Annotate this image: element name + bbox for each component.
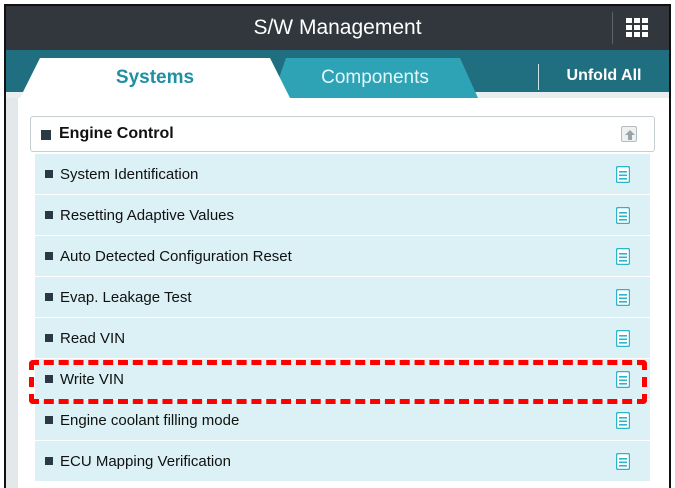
item-label: Engine coolant filling mode: [60, 412, 240, 429]
item-bullet: [45, 252, 53, 260]
list-item-resetting-adaptive-values[interactable]: Resetting Adaptive Values: [35, 195, 650, 236]
list-item-auto-detected-configuration-reset[interactable]: Auto Detected Configuration Reset: [35, 236, 650, 277]
item-bullet: [45, 293, 53, 301]
function-list: System Identification Resetting Adaptive…: [35, 154, 650, 482]
item-bullet: [45, 334, 53, 342]
group-header-engine-control[interactable]: Engine Control: [30, 116, 655, 152]
document-icon[interactable]: [616, 371, 630, 388]
tab-components-label: Components: [321, 67, 429, 88]
item-label: ECU Mapping Verification: [60, 453, 231, 470]
document-icon[interactable]: [616, 453, 630, 470]
list-item-evap-leakage-test[interactable]: Evap. Leakage Test: [35, 277, 650, 318]
unfold-all-button[interactable]: Unfold All: [542, 58, 666, 94]
grid-icon[interactable]: [626, 18, 648, 38]
page-title: S/W Management: [253, 16, 422, 39]
list-item-system-identification[interactable]: System Identification: [35, 154, 650, 195]
tab-systems-label: Systems: [115, 67, 195, 88]
list-item-write-vin[interactable]: Write VIN: [35, 359, 650, 400]
title-bar: S/W Management: [6, 6, 669, 50]
app-window: S/W Management Components Systems Unfold…: [4, 4, 671, 488]
item-label: Auto Detected Configuration Reset: [60, 248, 292, 265]
item-bullet: [45, 416, 53, 424]
document-icon[interactable]: [616, 166, 630, 183]
systems-list-panel: Engine Control System Identification Res…: [6, 98, 669, 488]
document-icon[interactable]: [616, 330, 630, 347]
item-bullet: [45, 170, 53, 178]
item-label: Read VIN: [60, 330, 126, 347]
item-label: Evap. Leakage Test: [60, 289, 192, 306]
tab-components[interactable]: Components: [272, 58, 478, 98]
document-icon[interactable]: [616, 248, 630, 265]
title-divider: [612, 12, 613, 44]
list-item-ecu-mapping-verification[interactable]: ECU Mapping Verification: [35, 441, 650, 482]
group-label: Engine Control: [59, 125, 174, 142]
list-item-engine-coolant-filling-mode[interactable]: Engine coolant filling mode: [35, 400, 650, 441]
collapse-up-icon[interactable]: [621, 126, 637, 142]
scrollbar[interactable]: [670, 104, 671, 464]
item-label: Write VIN: [60, 371, 124, 388]
item-label: System Identification: [60, 166, 199, 183]
unfold-divider: [538, 64, 539, 90]
tab-bar: Components Systems Unfold All: [6, 50, 669, 98]
document-icon[interactable]: [616, 289, 630, 306]
group-bullet: [41, 130, 51, 140]
item-bullet: [45, 375, 53, 383]
tab-systems[interactable]: Systems: [20, 58, 290, 98]
item-label: Resetting Adaptive Values: [60, 207, 235, 224]
item-bullet: [45, 211, 53, 219]
list-item-read-vin[interactable]: Read VIN: [35, 318, 650, 359]
document-icon[interactable]: [616, 412, 630, 429]
item-bullet: [45, 457, 53, 465]
document-icon[interactable]: [616, 207, 630, 224]
